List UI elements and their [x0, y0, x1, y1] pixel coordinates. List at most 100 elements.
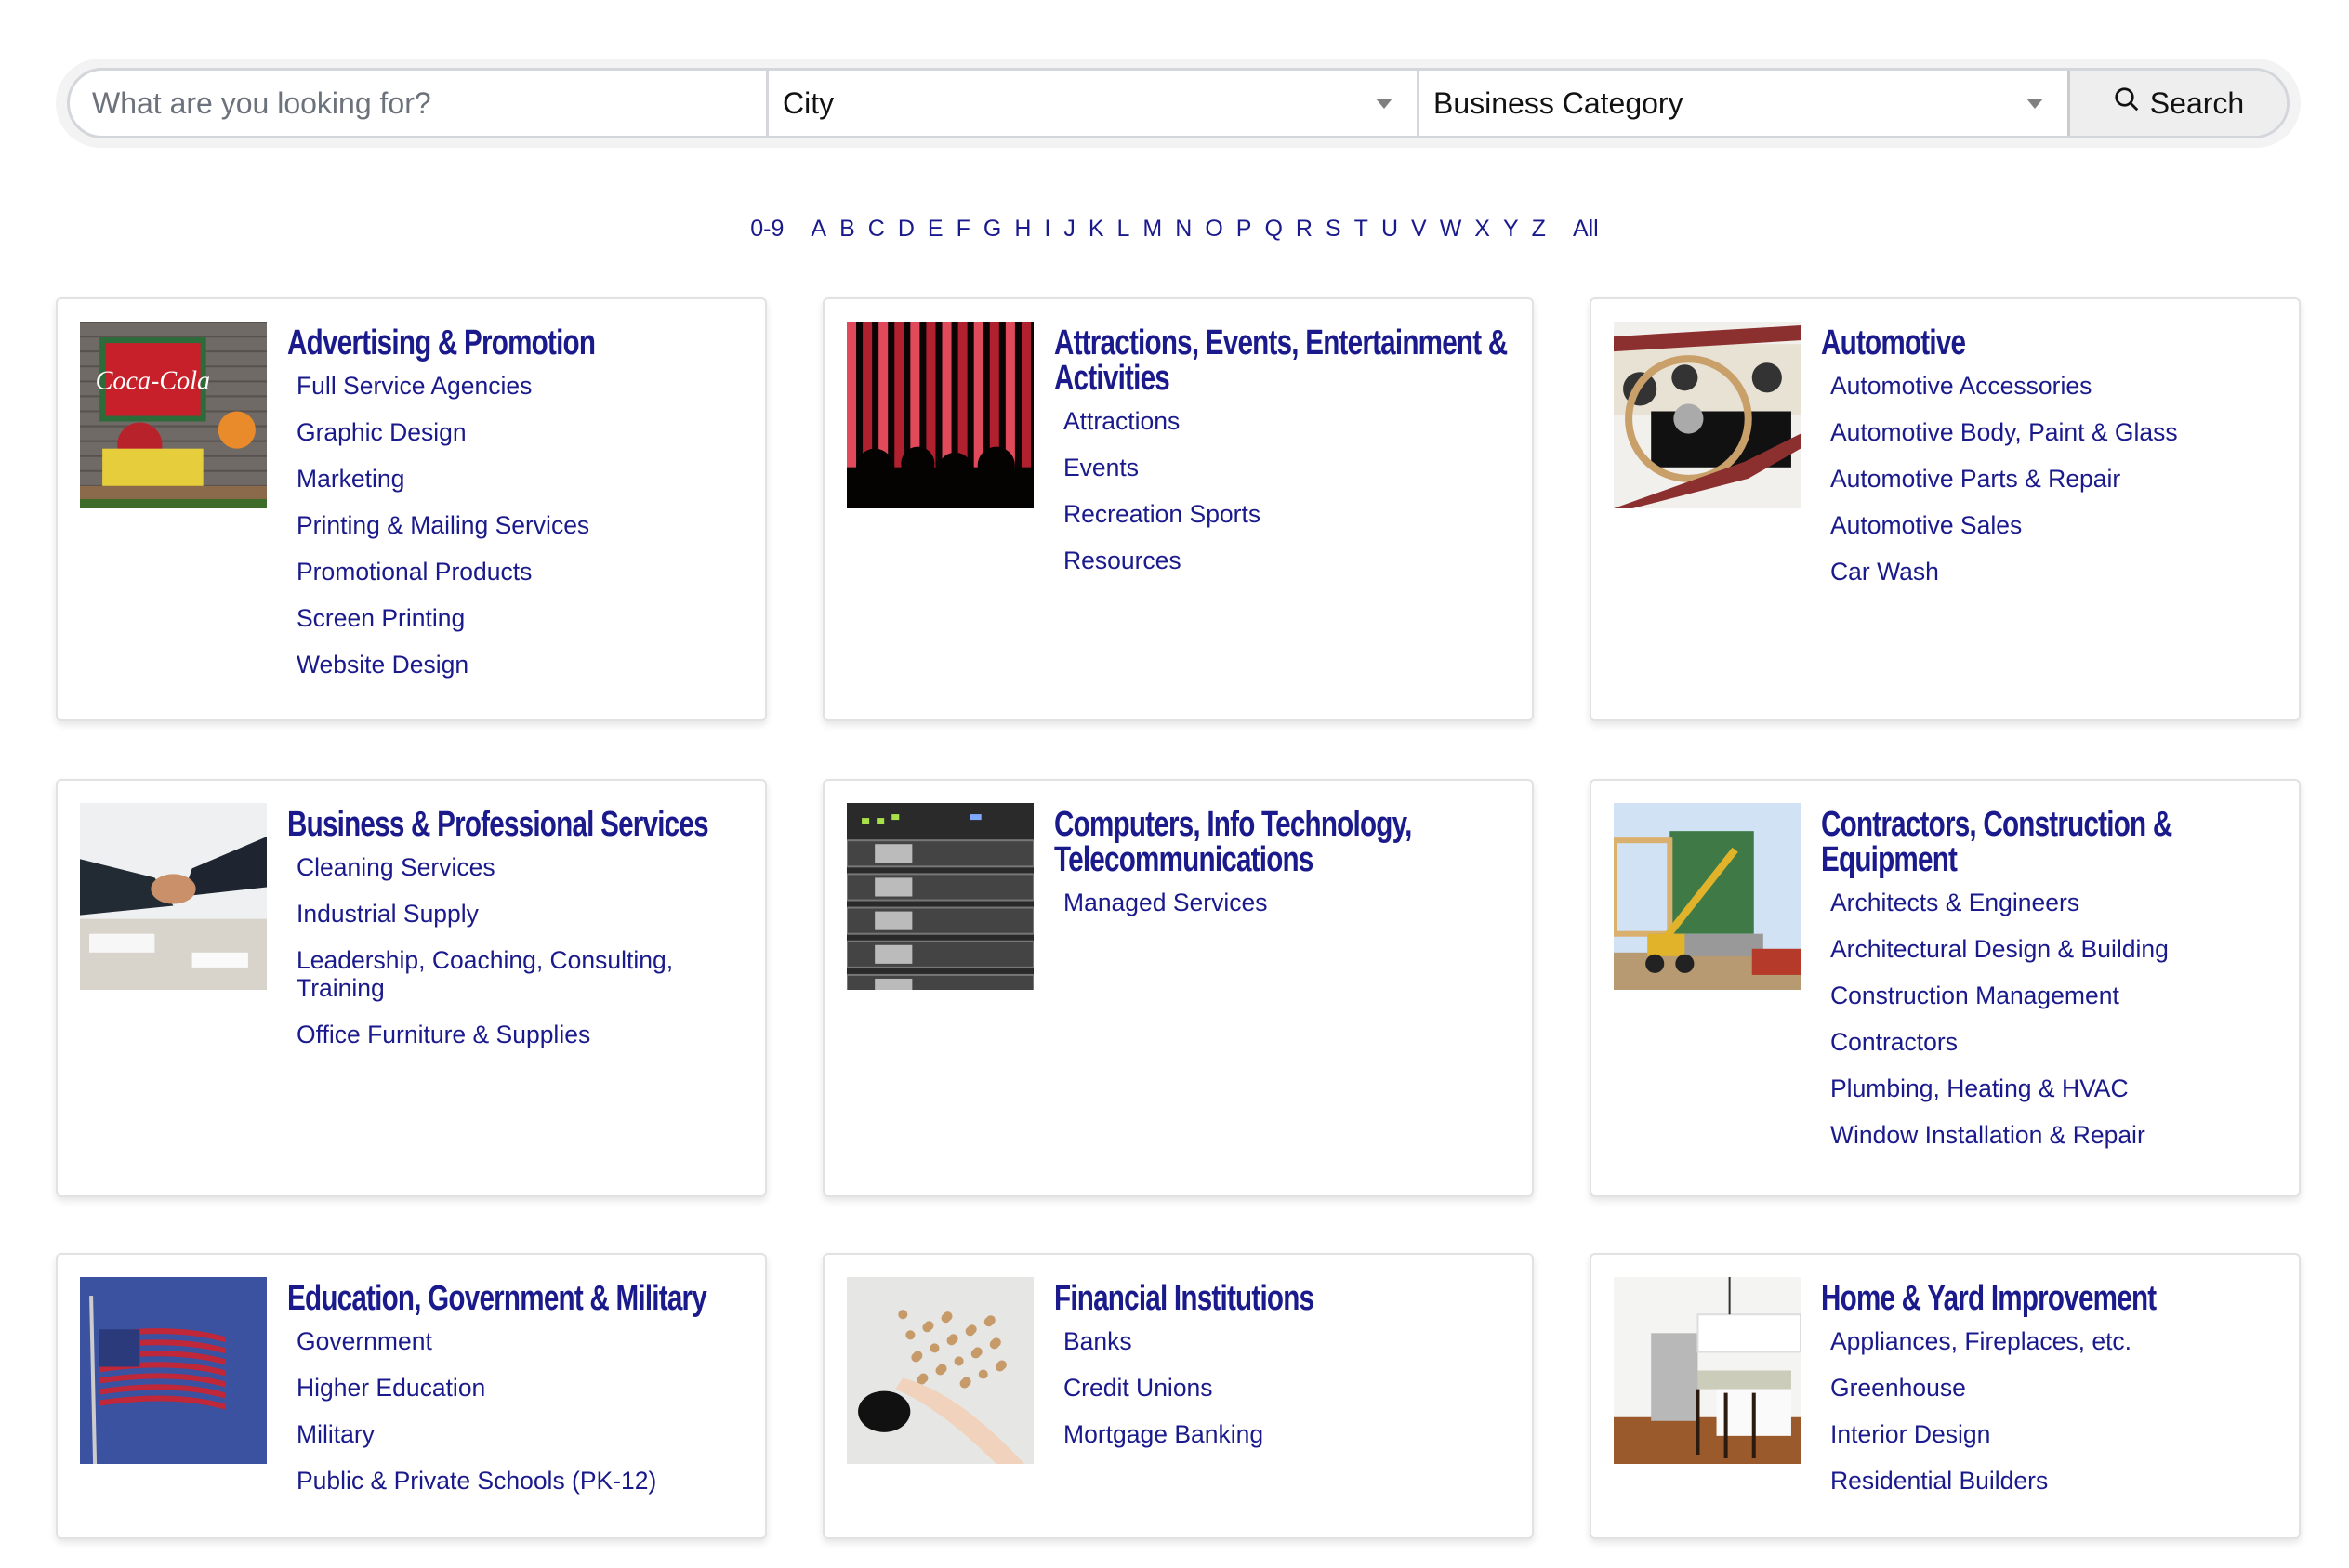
alpha-link-l[interactable]: L	[1117, 216, 1130, 243]
vintage-signs-image[interactable]: Coca-Cola	[80, 322, 267, 508]
subcategory-link[interactable]: Greenhouse	[1830, 1374, 2280, 1402]
piggy-bank-image[interactable]	[847, 1277, 1034, 1464]
subcategory-link[interactable]: Office Furniture & Supplies	[297, 1021, 746, 1048]
theater-curtain-image[interactable]	[847, 322, 1034, 508]
construction-site-image[interactable]	[1614, 803, 1801, 990]
subcategory-link[interactable]: Leadership, Coaching, Consulting, Traini…	[297, 946, 746, 1002]
subcategory-link[interactable]: Promotional Products	[297, 558, 746, 586]
subcategory-link[interactable]: Car Wash	[1830, 558, 2280, 586]
subcategory-link[interactable]: Appliances, Fireplaces, etc.	[1830, 1327, 2280, 1355]
subcategory-link[interactable]: Website Design	[297, 651, 746, 679]
category-title-link[interactable]: Attractions, Events, Entertainment & Act…	[1054, 322, 1512, 396]
alpha-link-e[interactable]: E	[928, 216, 944, 243]
alpha-link-s[interactable]: S	[1326, 216, 1341, 243]
subcategory-list: Government Higher Education Military Public…	[287, 1327, 746, 1495]
subcategory-link[interactable]: Higher Education	[297, 1374, 746, 1402]
subcategory-link[interactable]: Cleaning Services	[297, 853, 746, 881]
american-flag-image[interactable]	[80, 1277, 267, 1464]
city-select[interactable]: City	[766, 71, 1417, 136]
subcategory-link[interactable]: Banks	[1063, 1327, 1513, 1355]
alpha-link-v[interactable]: V	[1411, 216, 1427, 243]
subcategory-link[interactable]: Architects & Engineers	[1830, 889, 2280, 916]
category-title-link[interactable]: Education, Government & Military	[287, 1277, 746, 1316]
chevron-down-icon	[2026, 99, 2043, 109]
category-title-link[interactable]: Automotive	[1821, 322, 2279, 361]
category-title-link[interactable]: Advertising & Promotion	[287, 322, 746, 361]
subcategory-link[interactable]: Attractions	[1063, 407, 1513, 435]
subcategory-link[interactable]: Graphic Design	[297, 418, 746, 446]
chevron-down-icon	[1376, 99, 1392, 109]
alpha-link-f[interactable]: F	[957, 216, 970, 243]
category-title-link[interactable]: Computers, Info Technology, Telecommunic…	[1054, 803, 1512, 877]
alpha-link-k[interactable]: K	[1089, 216, 1104, 243]
subcategory-link[interactable]: Managed Services	[1063, 889, 1513, 916]
subcategory-link[interactable]: Resources	[1063, 547, 1513, 574]
subcategory-list: Architects & Engineers Architectural Desi…	[1821, 889, 2280, 1149]
alpha-link-u[interactable]: U	[1381, 216, 1398, 243]
server-rack-image[interactable]	[847, 803, 1034, 990]
category-card-body: Attractions, Events, Entertainment & Act…	[1054, 322, 1513, 593]
alpha-link-x[interactable]: X	[1474, 216, 1490, 243]
subcategory-link[interactable]: Credit Unions	[1063, 1374, 1513, 1402]
subcategory-link[interactable]: Construction Management	[1830, 982, 2280, 1009]
subcategory-link[interactable]: Marketing	[297, 465, 746, 493]
subcategory-link[interactable]: Full Service Agencies	[297, 372, 746, 400]
alpha-link-h[interactable]: H	[1014, 216, 1031, 243]
subcategory-link[interactable]: Automotive Parts & Repair	[1830, 465, 2280, 493]
subcategory-link[interactable]: Window Installation & Repair	[1830, 1121, 2280, 1149]
subcategory-link[interactable]: Military	[297, 1420, 746, 1448]
kitchen-image[interactable]	[1614, 1277, 1801, 1464]
subcategory-link[interactable]: Recreation Sports	[1063, 500, 1513, 528]
category-card: Automotive Automotive Accessories Automoti…	[1590, 297, 2301, 721]
subcategory-list: Managed Services	[1054, 889, 1513, 916]
search-button[interactable]: Search	[2067, 71, 2287, 136]
alpha-link-r[interactable]: R	[1296, 216, 1313, 243]
alpha-link-t[interactable]: T	[1354, 216, 1368, 243]
alpha-link-w[interactable]: W	[1440, 216, 1462, 243]
alpha-link-o[interactable]: O	[1205, 216, 1222, 243]
alpha-link-m[interactable]: M	[1142, 216, 1162, 243]
subcategory-link[interactable]: Plumbing, Heating & HVAC	[1830, 1074, 2280, 1102]
subcategory-link[interactable]: Residential Builders	[1830, 1467, 2280, 1495]
subcategory-link[interactable]: Automotive Sales	[1830, 511, 2280, 539]
alpha-link-i[interactable]: I	[1044, 216, 1050, 243]
search-bar: City Business Category Search	[67, 68, 2290, 138]
category-card-body: Education, Government & Military Governme…	[287, 1277, 746, 1513]
alpha-link-b[interactable]: B	[839, 216, 855, 243]
subcategory-link[interactable]: Events	[1063, 454, 1513, 481]
subcategory-link[interactable]: Contractors	[1830, 1028, 2280, 1056]
category-card-body: Computers, Info Technology, Telecommunic…	[1054, 803, 1513, 935]
subcategory-link[interactable]: Printing & Mailing Services	[297, 511, 746, 539]
category-title-link[interactable]: Contractors, Construction & Equipment	[1821, 803, 2279, 877]
alpha-link-a[interactable]: A	[811, 216, 826, 243]
category-title-link[interactable]: Home & Yard Improvement	[1821, 1277, 2279, 1316]
alpha-link-n[interactable]: N	[1175, 216, 1192, 243]
alpha-link-p[interactable]: P	[1236, 216, 1252, 243]
business-category-select[interactable]: Business Category	[1417, 71, 2067, 136]
subcategory-link[interactable]: Screen Printing	[297, 604, 746, 632]
subcategory-link[interactable]: Architectural Design & Building	[1830, 935, 2280, 963]
alpha-link-q[interactable]: Q	[1264, 216, 1282, 243]
subcategory-link[interactable]: Public & Private Schools (PK-12)	[297, 1467, 746, 1495]
category-title-link[interactable]: Financial Institutions	[1054, 1277, 1512, 1316]
category-title-link[interactable]: Business & Professional Services	[287, 803, 746, 842]
alpha-link-y[interactable]: Y	[1503, 216, 1519, 243]
alpha-link-c[interactable]: C	[868, 216, 885, 243]
subcategory-link[interactable]: Interior Design	[1830, 1420, 2280, 1448]
alpha-link-d[interactable]: D	[898, 216, 915, 243]
subcategory-link[interactable]: Automotive Accessories	[1830, 372, 2280, 400]
alpha-link-z[interactable]: Z	[1532, 216, 1546, 243]
alpha-link-g[interactable]: G	[983, 216, 1001, 243]
subcategory-link[interactable]: Mortgage Banking	[1063, 1420, 1513, 1448]
search-input[interactable]	[70, 71, 766, 136]
subcategory-link[interactable]: Government	[297, 1327, 746, 1355]
subcategory-link[interactable]: Automotive Body, Paint & Glass	[1830, 418, 2280, 446]
alpha-link-j[interactable]: J	[1063, 216, 1076, 243]
subcategory-list: Automotive Accessories Automotive Body, P…	[1821, 372, 2280, 586]
handshake-image[interactable]	[80, 803, 267, 990]
category-card: Business & Professional Services Cleaning…	[56, 779, 767, 1197]
alpha-link-all[interactable]: All	[1573, 216, 1599, 243]
subcategory-link[interactable]: Industrial Supply	[297, 900, 746, 928]
car-dashboard-image[interactable]	[1614, 322, 1801, 508]
alpha-link-0-9[interactable]: 0-9	[750, 216, 784, 243]
